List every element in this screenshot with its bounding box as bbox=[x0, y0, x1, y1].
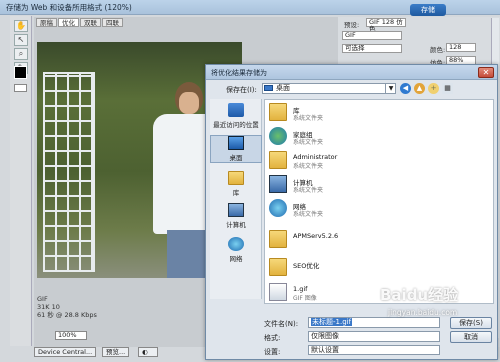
color-reduction-select[interactable]: 可选择 bbox=[342, 44, 402, 53]
format-select[interactable]: GIF bbox=[342, 31, 402, 40]
colors-select[interactable]: 128 bbox=[446, 43, 476, 52]
user-folder-icon bbox=[269, 151, 287, 169]
folder-icon bbox=[269, 258, 287, 276]
cancel-button[interactable]: 取消 bbox=[450, 331, 492, 343]
network-icon bbox=[228, 237, 244, 251]
file-list[interactable]: 库 系统文件夹 家庭组 系统文件夹 Administrator 系统文件夹 计算… bbox=[264, 99, 494, 304]
list-item[interactable]: APMServ5.2.6 bbox=[269, 230, 469, 250]
chevron-down-icon[interactable]: ▼ bbox=[385, 83, 396, 94]
gif-file-icon bbox=[269, 283, 287, 301]
save-in-label: 保存在(I): bbox=[226, 86, 257, 94]
preview-button[interactable]: 预览... bbox=[102, 347, 130, 357]
white-lattice-fence bbox=[43, 72, 95, 272]
place-desktop-label: 桌面 bbox=[229, 154, 243, 162]
format-label: 格式: bbox=[264, 334, 281, 342]
list-item[interactable]: 计算机 系统文件夹 bbox=[269, 175, 469, 195]
window-title: 存储为 Web 和设备所用格式 (120%) bbox=[6, 3, 132, 12]
desktop-icon bbox=[228, 136, 244, 150]
list-item[interactable]: 家庭组 系统文件夹 bbox=[269, 127, 469, 147]
libraries-icon bbox=[228, 171, 244, 185]
browser-preview-icon[interactable]: ◐ bbox=[138, 347, 158, 357]
view-tabs: 原稿 优化 双联 四联 bbox=[36, 18, 124, 27]
view-menu-icon[interactable]: ▦ bbox=[442, 83, 453, 94]
new-folder-icon[interactable]: + bbox=[428, 83, 439, 94]
file-type: GIF 图像 bbox=[293, 295, 317, 302]
file-name: Administrator bbox=[293, 153, 338, 161]
place-computer-label: 计算机 bbox=[226, 221, 246, 229]
tab-original[interactable]: 原稿 bbox=[36, 18, 57, 27]
save-button[interactable]: 存储 bbox=[410, 4, 446, 16]
place-recent-label: 最近访问的位置 bbox=[213, 121, 259, 129]
list-item[interactable]: 网络 系统文件夹 bbox=[269, 199, 469, 219]
place-network[interactable]: 网络 bbox=[210, 237, 262, 263]
watermark-logo: Baidu经验 bbox=[380, 286, 459, 304]
save-in-select[interactable]: 桌面 bbox=[262, 83, 396, 94]
recent-places-icon bbox=[228, 103, 244, 117]
up-folder-icon[interactable]: ▲ bbox=[414, 83, 425, 94]
dialog-title: 将优化结果存储为 bbox=[211, 69, 267, 77]
file-type: 系统文件夹 bbox=[293, 139, 324, 146]
folder-icon bbox=[269, 230, 287, 248]
file-name: SEO优化 bbox=[293, 262, 320, 270]
place-libraries-label: 库 bbox=[232, 189, 240, 197]
list-item[interactable]: Administrator 系统文件夹 bbox=[269, 151, 469, 171]
file-type: 系统文件夹 bbox=[293, 211, 324, 218]
face bbox=[179, 92, 199, 114]
list-item[interactable]: SEO优化 bbox=[269, 258, 469, 278]
baidu-jingyan-watermark: Baidu经验 jingyan.baidu.com bbox=[380, 284, 498, 324]
network-icon bbox=[269, 199, 287, 217]
place-network-label: 网络 bbox=[229, 255, 243, 263]
slice-visibility-toggle[interactable] bbox=[14, 84, 27, 92]
dialog-titlebar: 将优化结果存储为 bbox=[206, 65, 497, 80]
place-libraries[interactable]: 库 bbox=[210, 171, 262, 197]
bottom-buttons: Device Central... 预览... ◐ bbox=[34, 347, 214, 359]
file-type: 系统文件夹 bbox=[293, 115, 324, 122]
file-name: APMServ5.2.6 bbox=[293, 232, 339, 240]
back-icon[interactable]: ◀ bbox=[400, 83, 411, 94]
zoom-level-select[interactable]: 100% bbox=[55, 331, 87, 340]
hand-tool-icon[interactable]: ✋ bbox=[14, 20, 28, 32]
close-icon[interactable]: ✕ bbox=[478, 67, 494, 78]
preset-select[interactable]: GIF 128 仿色 bbox=[366, 18, 406, 33]
filename-label: 文件名(N): bbox=[264, 320, 299, 328]
file-type: 系统文件夹 bbox=[293, 163, 324, 170]
file-name: 1.gif bbox=[293, 285, 308, 293]
library-folder-icon bbox=[269, 103, 287, 121]
watermark-url: jingyan.baidu.com bbox=[388, 308, 458, 317]
desktop-icon bbox=[264, 85, 273, 91]
tab-optimized[interactable]: 优化 bbox=[58, 18, 79, 27]
homegroup-icon bbox=[269, 127, 287, 145]
tab-4-up[interactable]: 四联 bbox=[102, 18, 123, 27]
file-type: 系统文件夹 bbox=[293, 187, 324, 194]
filename-value: 未标题-1.gif bbox=[311, 318, 353, 326]
computer-icon bbox=[269, 175, 287, 193]
place-computer[interactable]: 计算机 bbox=[210, 203, 262, 229]
format-select[interactable]: 仅限图像 bbox=[308, 331, 440, 342]
zoom-tool-icon[interactable]: ⌕ bbox=[14, 48, 28, 60]
computer-icon bbox=[228, 203, 244, 217]
preset-label: 预设: bbox=[344, 21, 360, 29]
place-desktop[interactable]: 桌面 bbox=[210, 135, 262, 163]
list-item[interactable]: 库 系统文件夹 bbox=[269, 103, 469, 123]
places-bar: 最近访问的位置 桌面 库 计算机 网络 bbox=[210, 99, 262, 299]
slice-select-tool-icon[interactable]: ↖ bbox=[14, 34, 28, 46]
settings-select[interactable]: 默认设置 bbox=[308, 345, 440, 355]
place-recent[interactable]: 最近访问的位置 bbox=[210, 103, 262, 129]
eyedropper-color-swatch[interactable] bbox=[14, 66, 27, 79]
settings-label: 设置: bbox=[264, 348, 281, 356]
colors-label: 颜色: bbox=[430, 46, 446, 54]
tab-2-up[interactable]: 双联 bbox=[80, 18, 101, 27]
device-central-button[interactable]: Device Central... bbox=[34, 347, 97, 357]
